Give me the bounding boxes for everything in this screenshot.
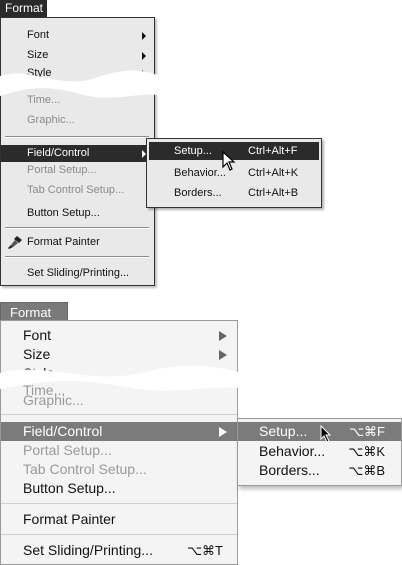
menu-item-label: Button Setup... [23, 480, 116, 496]
menu-item-label: Tab Control Setup... [23, 461, 147, 477]
menu-item-field-control[interactable]: Field/Control [1, 145, 154, 162]
submenu-arrow-icon [142, 32, 146, 40]
menu-item-label: Size [23, 346, 51, 362]
submenu-arrow-icon [219, 427, 227, 437]
menu-item-font[interactable]: Font [1, 27, 154, 44]
menu-item-label: Button Setup... [27, 207, 100, 219]
menu-item-label: Set Sliding/Printing... [27, 267, 130, 279]
menu-item-label: Size [27, 49, 49, 61]
menu-separator [5, 256, 149, 258]
menu-item-font[interactable]: Font [1, 326, 237, 345]
menu-separator [1, 414, 237, 415]
format-menu: Font Size Style Time... Graphic... Field… [0, 320, 238, 565]
menu-item-label: Format Painter [23, 511, 116, 527]
submenu-item-borders[interactable]: Borders... Ctrl+Alt+B [149, 184, 319, 202]
mouse-cursor-icon [320, 425, 332, 443]
menu-item-size[interactable]: Size [1, 47, 154, 64]
mouse-cursor-icon [222, 151, 236, 171]
submenu-item-shortcut: Ctrl+Alt+B [248, 187, 299, 199]
menu-item-label: Tab Control Setup... [27, 184, 125, 196]
menu-item-portal-setup[interactable]: Portal Setup... [1, 162, 154, 179]
format-menu: Font Size Style Time... Graphic... Field… [0, 17, 155, 286]
menu-separator [5, 227, 149, 229]
menu-item-format-painter[interactable]: Format Painter [1, 510, 237, 529]
submenu-item-shortcut: ⌥⌘F [349, 424, 385, 439]
submenu-item-label: Borders... [174, 187, 222, 199]
submenu-arrow-icon [219, 350, 227, 360]
submenu-item-shortcut: ⌥⌘K [348, 444, 385, 459]
menu-item-label: Graphic... [27, 114, 75, 126]
submenu-item-shortcut: Ctrl+Alt+K [248, 167, 299, 179]
menu-item-shortcut: ⌥⌘T [187, 543, 223, 558]
torn-edge-break [0, 365, 250, 391]
submenu-item-label: Behavior... [259, 443, 326, 459]
submenu-item-label: Borders... [259, 462, 320, 478]
menu-item-label: Portal Setup... [23, 442, 112, 458]
menu-item-label: Font [27, 29, 50, 41]
menu-item-tab-control-setup[interactable]: Tab Control Setup... [1, 182, 154, 199]
menu-item-label: Format Painter [27, 236, 100, 248]
submenu-item-shortcut: Ctrl+Alt+F [248, 145, 298, 157]
menu-item-set-sliding-printing[interactable]: Set Sliding/Printing... ⌥⌘T [1, 541, 237, 560]
menu-item-label: Field/Control [27, 147, 90, 159]
menu-item-graphic[interactable]: Graphic... [1, 112, 154, 129]
menu-item-button-setup[interactable]: Button Setup... [1, 479, 237, 498]
menu-item-label: Set Sliding/Printing... [23, 542, 153, 558]
field-control-submenu: Setup... Ctrl+Alt+F Behavior... Ctrl+Alt+K… [146, 138, 322, 208]
submenu-item-label: Setup... [259, 423, 308, 439]
menu-item-portal-setup[interactable]: Portal Setup... [1, 441, 237, 460]
menu-separator [1, 534, 237, 535]
menu-item-tab-control-setup[interactable]: Tab Control Setup... [1, 460, 237, 479]
submenu-arrow-icon [219, 331, 227, 341]
submenu-item-behavior[interactable]: Behavior... ⌥⌘K [238, 442, 401, 461]
submenu-item-label: Setup... [174, 145, 212, 157]
menu-separator [5, 136, 149, 138]
menu-item-field-control[interactable]: Field/Control [1, 422, 237, 441]
torn-edge-break [0, 70, 165, 98]
submenu-arrow-icon [142, 52, 146, 60]
paintbrush-icon [8, 236, 22, 249]
format-menu-title[interactable]: Format [0, 302, 68, 321]
format-menu-title[interactable]: Format [0, 0, 47, 17]
menu-item-label: Font [23, 327, 52, 343]
menu-separator [1, 503, 237, 504]
submenu-item-label: Behavior... [174, 167, 226, 179]
menu-item-label: Portal Setup... [27, 164, 97, 176]
submenu-item-shortcut: ⌥⌘B [348, 463, 385, 478]
menu-item-set-sliding-printing[interactable]: Set Sliding/Printing... [1, 265, 154, 282]
menu-item-button-setup[interactable]: Button Setup... [1, 205, 154, 222]
menu-item-label: Field/Control [23, 423, 103, 439]
submenu-item-borders[interactable]: Borders... ⌥⌘B [238, 461, 401, 480]
menu-item-format-painter[interactable]: Format Painter [1, 234, 154, 251]
